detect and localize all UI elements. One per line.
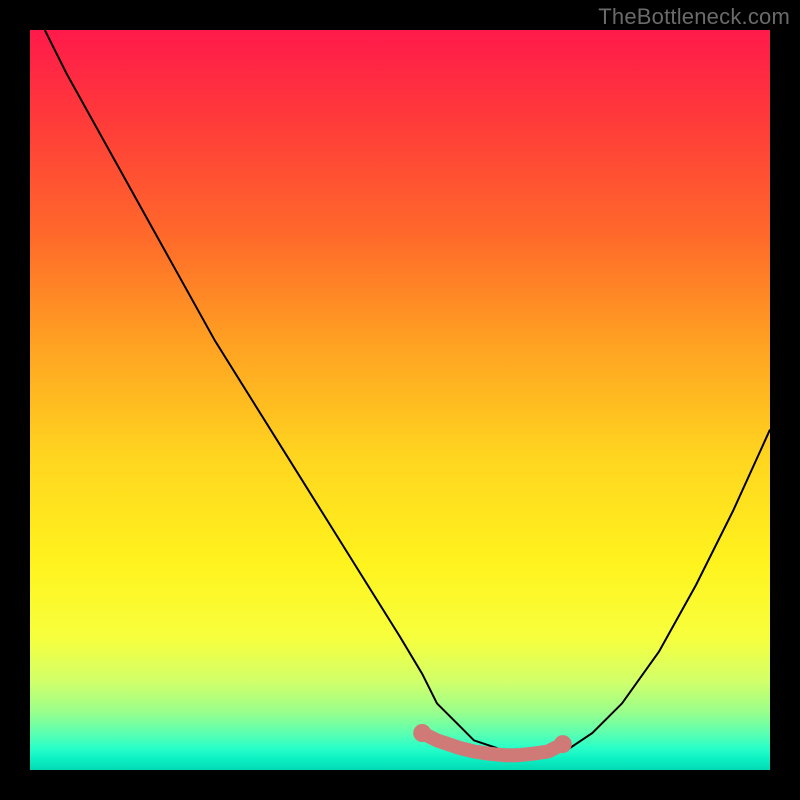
watermark-text: TheBottleneck.com	[598, 4, 790, 30]
optimal-band-endpoint	[554, 735, 572, 753]
chart-plot-area	[30, 30, 770, 770]
bottleneck-curve	[45, 30, 770, 755]
bottleneck-curve-path	[45, 30, 770, 755]
optimal-band	[413, 724, 572, 755]
chart-svg	[30, 30, 770, 770]
chart-frame: TheBottleneck.com	[0, 0, 800, 800]
optimal-band-endpoint	[413, 724, 431, 742]
optimal-band-path	[422, 733, 563, 755]
